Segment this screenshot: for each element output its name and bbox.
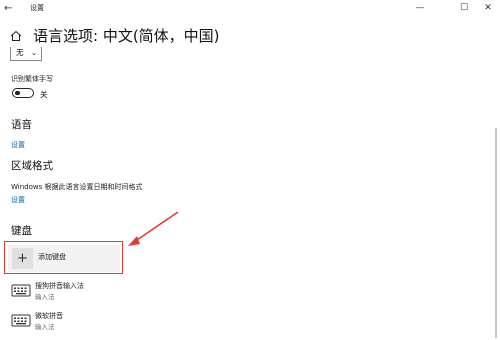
region-format-description: Windows 根据此语言设置日期和时间格式 [11,183,143,191]
speech-settings-link[interactable]: 设置 [11,140,25,150]
toggle-state-label: 关 [40,90,48,99]
close-button[interactable]: ✕ [476,0,500,17]
traditional-handwriting-toggle[interactable] [12,88,34,98]
dropdown-value: 无 [16,48,24,57]
region-settings-link[interactable]: 设置 [11,195,25,205]
app-title: 设置 [30,4,44,12]
keyboard-item-type: 输入法 [35,293,55,301]
home-icon[interactable] [10,30,22,42]
keyboard-item-name: 搜狗拼音输入法 [35,282,84,290]
page-title: 语言选项: 中文(简体，中国) [33,27,220,45]
keyboard-item-name: 微软拼音 [35,312,63,320]
keyboard-icon [11,314,31,327]
keyboard-item-sogou[interactable]: 搜狗拼音输入法 输入法 [11,281,161,305]
scrollbar[interactable] [495,128,497,338]
speech-heading: 语音 [11,119,32,131]
toggle-knob [15,90,20,95]
toggle-label: 识别繁体手写 [11,75,53,83]
keyboard-heading: 键盘 [11,225,32,237]
back-arrow-icon[interactable]: ← [4,0,18,17]
maximize-button[interactable]: ☐ [452,0,476,17]
keyboard-item-type: 输入法 [35,323,55,331]
region-format-heading: 区域格式 [11,160,53,172]
minimize-button[interactable]: — [406,0,434,17]
annotation-highlight-box [4,241,123,274]
keyboard-item-microsoft-pinyin[interactable]: 微软拼音 输入法 [11,311,161,335]
keyboard-icon [11,284,31,297]
handwriting-dropdown[interactable]: 无 ⌄ [10,47,42,61]
title-bar: ← 设置 — ☐ ✕ [0,0,500,17]
chevron-down-icon: ⌄ [31,49,37,57]
